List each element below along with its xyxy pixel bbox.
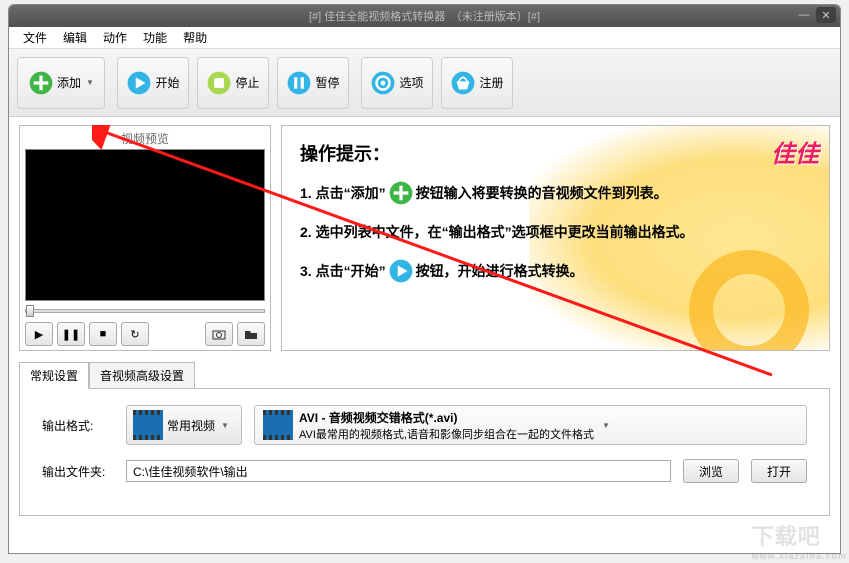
watermark: 下载吧 www.xiazaiba.com	[752, 519, 847, 561]
dropdown-icon: ▼	[86, 78, 94, 87]
pause-circle-icon	[286, 70, 312, 96]
format-category-button[interactable]: 常用视频 ▼	[126, 405, 242, 445]
add-button[interactable]: 添加 ▼	[17, 57, 105, 109]
close-button[interactable]: ✕	[816, 7, 836, 23]
film-icon	[133, 410, 163, 440]
camera-icon	[212, 328, 226, 340]
video-preview	[25, 149, 265, 301]
play-circle-icon	[126, 70, 152, 96]
dropdown-icon: ▼	[602, 421, 610, 430]
tips-title: 操作提示：	[300, 140, 811, 166]
play-circle-icon	[388, 258, 414, 284]
menu-help[interactable]: 帮助	[175, 27, 215, 48]
titlebar: [#] 佳佳全能视频格式转换器 （未注册版本）[#] — ✕	[9, 5, 840, 27]
window-controls: — ✕	[794, 7, 836, 23]
snapshot-button[interactable]	[205, 322, 233, 346]
folder-button[interactable]	[237, 322, 265, 346]
menu-edit[interactable]: 编辑	[55, 27, 95, 48]
tips-panel: 佳佳 操作提示： 1. 点击“添加” 按钮输入将要转换的音视频文件到列表。 2.…	[281, 125, 830, 351]
menu-file[interactable]: 文件	[15, 27, 55, 48]
output-format-label: 输出格式:	[42, 417, 114, 434]
dropdown-icon: ▼	[221, 421, 229, 430]
open-button[interactable]: 打开	[751, 459, 807, 483]
preview-panel: 视频预览 ▶ ❚❚ ■ ↻	[19, 125, 271, 351]
tabs: 常规设置 音视频高级设置	[19, 361, 830, 388]
preview-title: 视频预览	[121, 130, 169, 147]
tab-general[interactable]: 常规设置	[19, 362, 89, 389]
settings-panel: 输出格式: 常用视频 ▼ AVI - 音频视频交错格式(*.avi) AVI最常…	[19, 388, 830, 516]
toolbar: 添加 ▼ 开始 停止 暂停 选项	[9, 49, 840, 117]
menu-action[interactable]: 动作	[95, 27, 135, 48]
app-window: [#] 佳佳全能视频格式转换器 （未注册版本）[#] — ✕ 文件 编辑 动作 …	[8, 4, 841, 554]
gear-icon	[370, 70, 396, 96]
options-button[interactable]: 选项	[361, 57, 433, 109]
minimize-button[interactable]: —	[794, 7, 814, 23]
seek-slider[interactable]	[25, 305, 265, 318]
browse-button[interactable]: 浏览	[683, 459, 739, 483]
menu-function[interactable]: 功能	[135, 27, 175, 48]
tip-1: 1. 点击“添加” 按钮输入将要转换的音视频文件到列表。	[300, 180, 811, 206]
basket-icon	[450, 70, 476, 96]
loop-button[interactable]: ↻	[121, 322, 149, 346]
stop-circle-icon	[206, 70, 232, 96]
stop-button[interactable]: 停止	[197, 57, 269, 109]
window-title: [#] 佳佳全能视频格式转换器 （未注册版本）[#]	[309, 8, 540, 24]
preview-stop-button[interactable]: ■	[89, 322, 117, 346]
play-button[interactable]: ▶	[25, 322, 53, 346]
film-icon	[263, 410, 293, 440]
format-title: AVI - 音频视频交错格式(*.avi)	[299, 409, 594, 426]
menubar: 文件 编辑 动作 功能 帮助	[9, 27, 840, 49]
format-select-button[interactable]: AVI - 音频视频交错格式(*.avi) AVI最常用的视频格式,语音和影像同…	[254, 405, 807, 445]
preview-pause-button[interactable]: ❚❚	[57, 322, 85, 346]
pause-button[interactable]: 暂停	[277, 57, 349, 109]
plus-circle-icon	[28, 70, 54, 96]
plus-circle-icon	[388, 180, 414, 206]
register-button[interactable]: 注册	[441, 57, 513, 109]
format-desc: AVI最常用的视频格式,语音和影像同步组合在一起的文件格式	[299, 426, 594, 442]
tip-2: 2. 选中列表中文件，在“输出格式”选项框中更改当前输出格式。	[300, 222, 811, 242]
tip-3: 3. 点击“开始” 按钮，开始进行格式转换。	[300, 258, 811, 284]
output-folder-input[interactable]	[126, 460, 671, 482]
tab-advanced[interactable]: 音视频高级设置	[89, 362, 195, 389]
output-folder-label: 输出文件夹:	[42, 463, 114, 480]
folder-icon	[244, 328, 258, 340]
start-button[interactable]: 开始	[117, 57, 189, 109]
